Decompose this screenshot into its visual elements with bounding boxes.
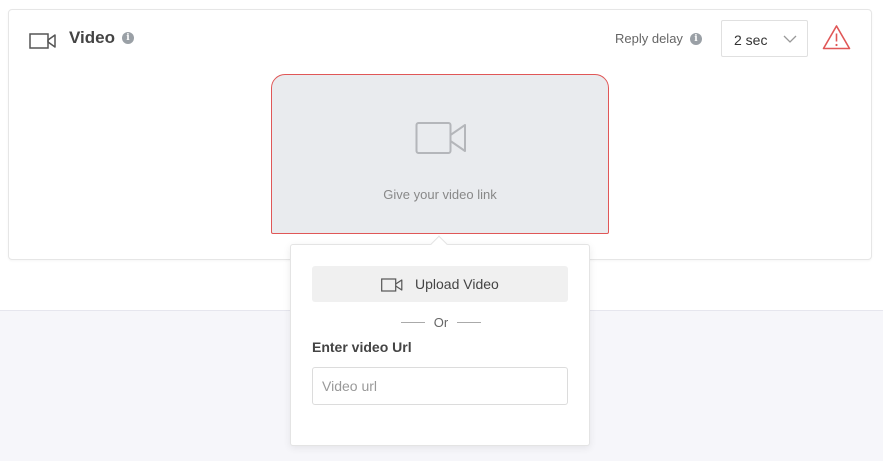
- or-divider: Or: [401, 315, 481, 330]
- upload-video-button[interactable]: Upload Video: [312, 266, 568, 302]
- video-message-card: Video i Reply delay i 2 sec Give your vi…: [8, 9, 872, 260]
- card-title: Video: [69, 28, 115, 47]
- video-camera-icon: [415, 122, 466, 154]
- video-link-dropzone[interactable]: Give your video link: [271, 74, 609, 234]
- video-camera-icon: [381, 278, 403, 292]
- video-url-label: Enter video Url: [312, 339, 412, 355]
- info-icon[interactable]: i: [690, 33, 702, 45]
- chevron-down-icon: [783, 35, 797, 43]
- video-camera-icon: [29, 33, 56, 49]
- divider-line: [457, 322, 481, 323]
- video-url-input[interactable]: [312, 367, 568, 405]
- reply-delay-select[interactable]: 2 sec: [721, 20, 808, 57]
- upload-video-label: Upload Video: [415, 276, 499, 292]
- reply-delay-label: Reply delay: [615, 31, 683, 46]
- reply-delay-value: 2 sec: [734, 32, 768, 48]
- warning-triangle-icon: [822, 25, 851, 50]
- video-source-popover: Upload Video Or Enter video Url: [290, 235, 590, 446]
- video-placeholder-text: Give your video link: [383, 187, 497, 202]
- info-icon[interactable]: i: [122, 32, 134, 44]
